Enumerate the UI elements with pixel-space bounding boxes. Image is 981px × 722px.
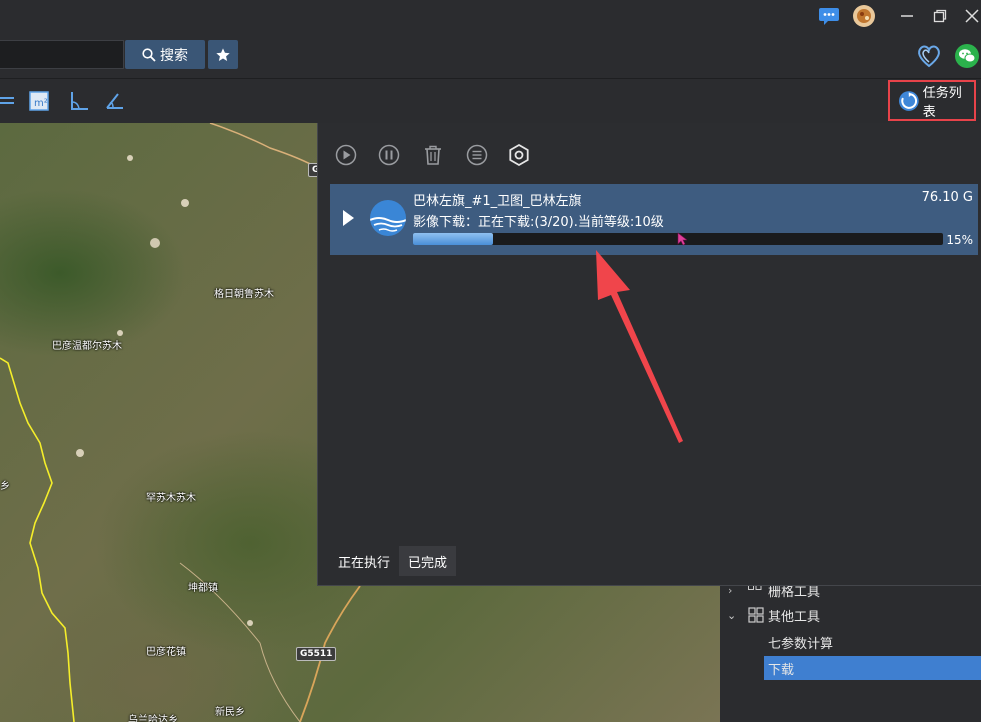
task-tabs: 正在执行 已完成 xyxy=(329,546,457,576)
tree-item-other-tools[interactable]: ⌄ 其他工具 xyxy=(720,603,981,627)
delete-icon[interactable] xyxy=(421,143,445,167)
search-button-label: 搜索 xyxy=(160,47,188,64)
mouse-cursor-icon xyxy=(677,232,687,246)
map-label: 格日朝鲁苏木 xyxy=(214,289,274,300)
angle-tool-icon[interactable] xyxy=(67,89,91,113)
road-badge: G5511 xyxy=(296,647,337,661)
tree-item-label: 七参数计算 xyxy=(768,636,834,652)
terrain-patch xyxy=(150,238,160,248)
terrain-patch xyxy=(76,449,84,457)
restore-icon[interactable] xyxy=(926,3,954,29)
terrain-patch xyxy=(247,620,253,626)
task-status: 影像下载：正在下载:(3/20).当前等级:10级 xyxy=(413,215,664,230)
search-icon xyxy=(142,47,156,62)
search-toolbar: 搜索 xyxy=(0,34,981,79)
tool-tree: › 栅格工具 ⌄ 其他工具 七参数计算 下载 xyxy=(720,584,981,722)
task-size: 76.10 G xyxy=(921,190,973,205)
search-input[interactable] xyxy=(0,40,124,69)
task-list-button[interactable]: 任务列表 xyxy=(888,80,976,121)
minimize-icon[interactable] xyxy=(893,3,921,29)
progress-percent: 15% xyxy=(946,233,973,247)
area-tool-icon[interactable]: m² xyxy=(27,89,51,113)
title-bar xyxy=(0,0,981,34)
svg-text:m²: m² xyxy=(34,98,48,109)
tab-completed[interactable]: 已完成 xyxy=(399,546,457,576)
map-label: 巴彦花镇 xyxy=(146,647,186,658)
chevron-down-icon: ⌄ xyxy=(727,608,737,622)
task-name: 巴林左旗_#1_卫图_巴林左旗 xyxy=(413,194,582,209)
task-list-label: 任务列表 xyxy=(922,85,962,120)
terrain-patch xyxy=(117,330,123,336)
play-all-icon[interactable] xyxy=(334,143,358,167)
map-label: 巴彦温都尔苏木 xyxy=(52,341,122,352)
avatar[interactable] xyxy=(850,3,878,29)
search-button[interactable]: 搜索 xyxy=(125,40,205,69)
tools-toolbar: m² xyxy=(0,79,981,123)
selection-highlight xyxy=(764,656,981,680)
close-icon[interactable] xyxy=(958,3,981,29)
line-tool-icon[interactable] xyxy=(0,89,18,113)
measure-tool-icon[interactable] xyxy=(103,89,127,113)
chat-icon[interactable] xyxy=(815,3,843,29)
heart-logo-icon[interactable] xyxy=(915,42,943,70)
map-label: 坤都镇 xyxy=(188,583,218,594)
task-item[interactable]: 巴林左旗_#1_卫图_巴林左旗 76.10 G 影像下载：正在下载:(3/20)… xyxy=(330,184,978,255)
tree-item-seven-params[interactable]: 七参数计算 xyxy=(720,630,981,654)
progress-fill xyxy=(413,233,493,245)
apps-icon xyxy=(748,607,764,623)
settings-icon[interactable] xyxy=(507,143,531,167)
pause-all-icon[interactable] xyxy=(377,143,401,167)
tree-item-label: 下载 xyxy=(768,662,795,678)
download-task-icon xyxy=(370,200,406,236)
terrain-patch xyxy=(127,155,133,161)
tree-item-download[interactable]: 下载 xyxy=(720,656,981,680)
map-label: 罕苏木苏木 xyxy=(146,493,196,504)
favorite-button[interactable] xyxy=(208,40,238,69)
play-icon[interactable] xyxy=(343,210,354,226)
map-label: 新民乡 xyxy=(215,707,245,718)
road-line xyxy=(209,123,319,169)
star-icon xyxy=(216,47,230,61)
map-label: 乡 xyxy=(0,481,10,492)
terrain-patch xyxy=(181,199,189,207)
list-icon[interactable] xyxy=(465,143,489,167)
task-list-panel: 巴林左旗_#1_卫图_巴林左旗 76.10 G 影像下载：正在下载:(3/20)… xyxy=(317,123,981,586)
tab-running[interactable]: 正在执行 xyxy=(329,546,400,576)
tree-item-label: 其他工具 xyxy=(768,609,821,625)
map-label: 乌兰哈达乡 xyxy=(128,715,178,722)
wechat-icon[interactable] xyxy=(954,43,980,69)
boundary-line xyxy=(0,357,75,722)
refresh-icon xyxy=(898,90,919,111)
